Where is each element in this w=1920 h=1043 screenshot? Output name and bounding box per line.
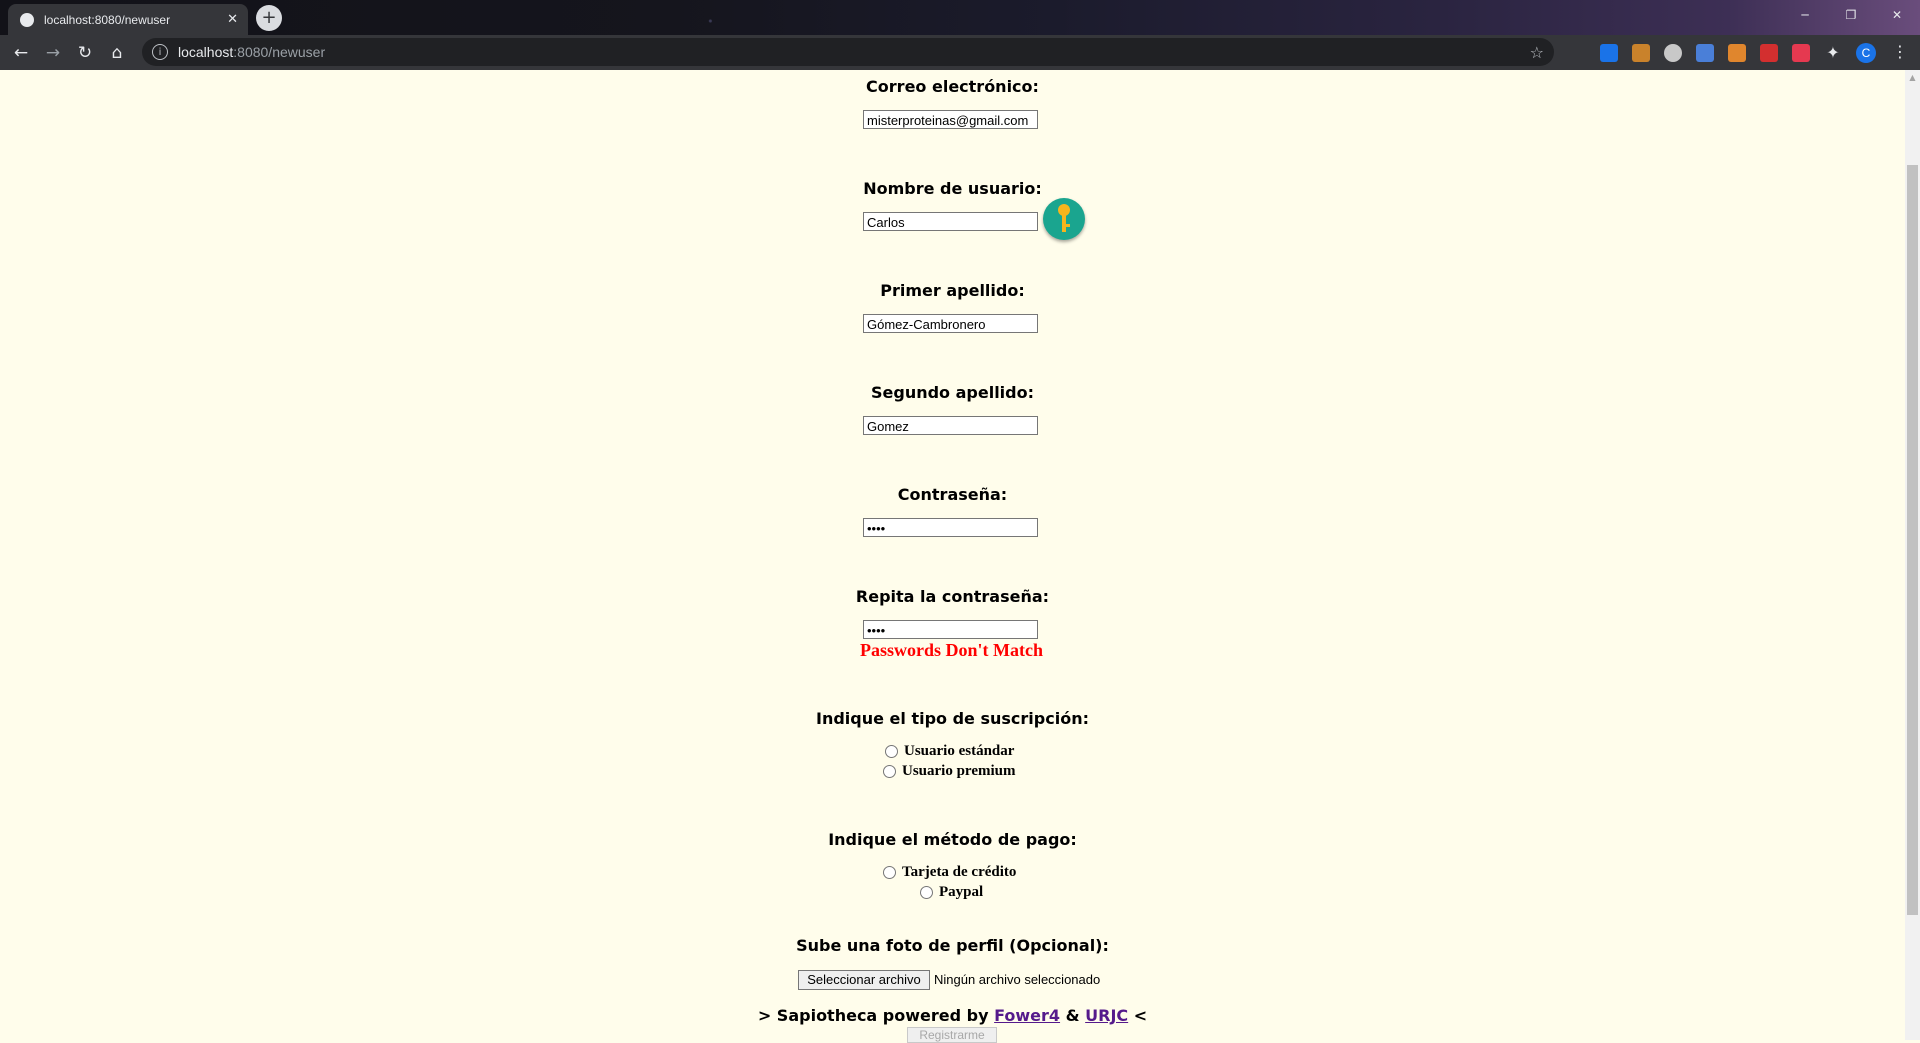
fower4-link[interactable]: Fower4 [994, 1006, 1060, 1025]
payment-option-paypal[interactable]: Paypal [920, 884, 983, 901]
profile-avatar[interactable]: C [1856, 43, 1876, 63]
scrollbar[interactable]: ▲ [1905, 70, 1920, 1040]
bookmark-star-icon[interactable]: ☆ [1530, 43, 1544, 62]
extension-icon[interactable] [1632, 44, 1650, 62]
email-label: Correo electrónico: [866, 77, 1039, 96]
menu-dots-icon[interactable]: ⋮ [1892, 42, 1908, 61]
password-field[interactable]: •••• [863, 518, 1038, 537]
select-file-button[interactable]: Seleccionar archivo [798, 970, 930, 990]
minimize-button[interactable]: ─ [1782, 0, 1828, 30]
restore-button[interactable]: ❐ [1828, 0, 1874, 30]
subscription-label: Indique el tipo de suscripción: [816, 709, 1089, 728]
radio-button[interactable] [885, 745, 898, 758]
reload-icon[interactable]: ↻ [72, 40, 98, 66]
file-status-text: Ningún archivo seleccionado [934, 972, 1101, 987]
repeat-password-label: Repita la contraseña: [855, 587, 1050, 606]
key-button[interactable] [1043, 198, 1085, 240]
register-button[interactable]: Registrarme [907, 1027, 997, 1043]
translate-extension-icon[interactable] [1696, 44, 1714, 62]
browser-tab[interactable]: localhost:8080/newuser ✕ [8, 4, 248, 35]
puzzle-extensions-icon[interactable]: ✦ [1824, 44, 1842, 62]
tab-close-icon[interactable]: ✕ [227, 12, 238, 27]
home-icon[interactable]: ⌂ [104, 40, 130, 66]
password-label: Contraseña: [897, 485, 1008, 504]
back-arrow-icon[interactable]: ← [8, 40, 34, 66]
radio-button[interactable] [920, 886, 933, 899]
second-surname-label: Segundo apellido: [870, 383, 1035, 402]
url-text[interactable]: localhost:8080/newuser [178, 44, 325, 60]
address-bar[interactable]: i localhost:8080/newuser ☆ [142, 38, 1554, 66]
username-field[interactable]: Carlos [863, 212, 1038, 231]
scrollbar-thumb[interactable] [1907, 165, 1918, 915]
browser-titlebar: localhost:8080/newuser ✕ + ─ ❐ ✕ [0, 0, 1920, 35]
first-surname-field[interactable]: Gómez-Cambronero [863, 314, 1038, 333]
subscription-option-premium[interactable]: Usuario premium [883, 763, 1015, 780]
download-extension-icon[interactable] [1600, 44, 1618, 62]
scroll-up-icon[interactable]: ▲ [1905, 70, 1920, 85]
mega-extension-icon[interactable] [1760, 44, 1778, 62]
radio-button[interactable] [883, 866, 896, 879]
email-field[interactable]: misterproteinas@gmail.com [863, 110, 1038, 129]
bulb-extension-icon[interactable] [1664, 44, 1682, 62]
password-mismatch-error: Passwords Don't Match [860, 640, 1043, 660]
repeat-password-field[interactable]: •••• [863, 620, 1038, 639]
photo-label: Sube una foto de perfil (Opcional): [796, 936, 1109, 955]
footer-credits: > Sapiotheca powered by Fower4 & URJC < [757, 1006, 1148, 1025]
username-label: Nombre de usuario: [863, 179, 1042, 198]
urjc-link[interactable]: URJC [1085, 1006, 1128, 1025]
extension-icon[interactable] [1792, 44, 1810, 62]
subscription-option-standard[interactable]: Usuario estándar [885, 743, 1014, 760]
second-surname-field[interactable]: Gomez [863, 416, 1038, 435]
new-tab-button[interactable]: + [256, 5, 282, 31]
forward-arrow-icon[interactable]: → [40, 40, 66, 66]
tab-title: localhost:8080/newuser [44, 12, 171, 27]
info-icon[interactable]: i [152, 44, 168, 60]
first-surname-label: Primer apellido: [880, 281, 1025, 300]
option-label: Usuario premium [902, 763, 1016, 779]
globe-icon [20, 12, 34, 27]
option-label: Usuario estándar [904, 743, 1015, 759]
extension-icon[interactable] [1728, 44, 1746, 62]
option-label: Tarjeta de crédito [902, 864, 1017, 880]
radio-button[interactable] [883, 765, 896, 778]
option-label: Paypal [939, 884, 984, 900]
close-window-button[interactable]: ✕ [1874, 0, 1920, 30]
payment-option-card[interactable]: Tarjeta de crédito [883, 864, 1016, 881]
payment-label: Indique el método de pago: [828, 830, 1077, 849]
